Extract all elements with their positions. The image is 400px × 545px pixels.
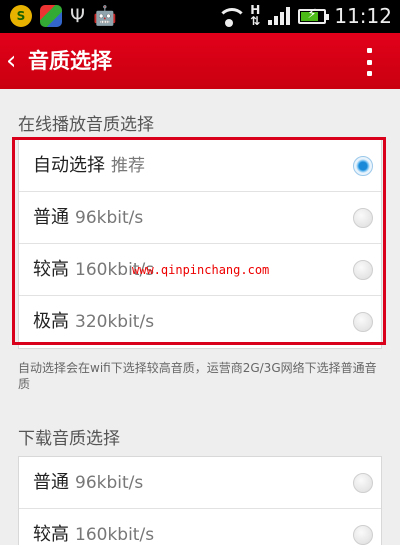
hspa-icon: H ⇅ — [250, 3, 261, 28]
download-quality-list: 普通 96kbit/s 较高 160kbit/s — [18, 456, 382, 545]
signal-icon — [268, 7, 291, 25]
option-label: 普通 — [33, 472, 69, 493]
option-sublabel: 320kbit/s — [75, 312, 155, 332]
back-icon[interactable]: ‹ — [6, 46, 16, 76]
option-sublabel: 160kbit/s — [75, 525, 155, 545]
option-sublabel: 推荐 — [111, 156, 145, 176]
radio-button[interactable] — [353, 312, 373, 332]
option-label: 较高 — [33, 259, 69, 280]
option-label: 极高 — [33, 311, 69, 332]
title-bar: ‹ 音质选择 — [0, 33, 400, 89]
watermark: www.qinpinchang.com — [132, 263, 270, 277]
download-option-high[interactable]: 较高 160kbit/s — [19, 509, 381, 545]
radio-button-checked[interactable] — [353, 156, 373, 176]
color-app-icon — [40, 5, 62, 27]
option-sublabel: 96kbit/s — [75, 473, 144, 493]
option-normal[interactable]: 普通 96kbit/s — [19, 192, 381, 244]
status-clock: 11:12 — [334, 4, 392, 28]
option-label: 自动选择 — [33, 155, 105, 176]
option-sublabel: 96kbit/s — [75, 208, 144, 228]
battery-charging-icon: ⚡ — [298, 7, 330, 24]
android-debug-icon: 🤖 — [92, 5, 117, 27]
option-auto[interactable]: 自动选择 推荐 — [19, 140, 381, 192]
app-icon: S — [10, 5, 32, 27]
online-section-header: 在线播放音质选择 — [18, 115, 154, 135]
radio-button[interactable] — [353, 525, 373, 545]
status-bar-left: S Ψ 🤖 — [10, 5, 117, 27]
auto-select-note: 自动选择会在wifi下选择较高音质，运营商2G/3G网络下选择普通音质 — [18, 361, 377, 391]
download-section-header: 下载音质选择 — [18, 429, 120, 449]
radio-button[interactable] — [353, 208, 373, 228]
overflow-menu-icon[interactable] — [367, 48, 373, 76]
download-option-normal[interactable]: 普通 96kbit/s — [19, 457, 381, 509]
usb-icon: Ψ — [70, 5, 85, 27]
radio-button[interactable] — [353, 260, 373, 280]
option-very-high[interactable]: 极高 320kbit/s — [19, 296, 381, 348]
wifi-icon — [216, 5, 248, 27]
online-quality-list: 自动选择 推荐 普通 96kbit/s 较高 160kbit/s 极高 320kbit/… — [18, 139, 382, 349]
radio-button[interactable] — [353, 473, 373, 493]
page-title: 音质选择 — [28, 49, 112, 73]
status-bar: S Ψ 🤖 H ⇅ ⚡ 11:12 — [0, 0, 400, 33]
status-bar-right: H ⇅ ⚡ 11:12 — [216, 4, 392, 28]
option-label: 普通 — [33, 207, 69, 228]
option-label: 较高 — [33, 524, 69, 545]
